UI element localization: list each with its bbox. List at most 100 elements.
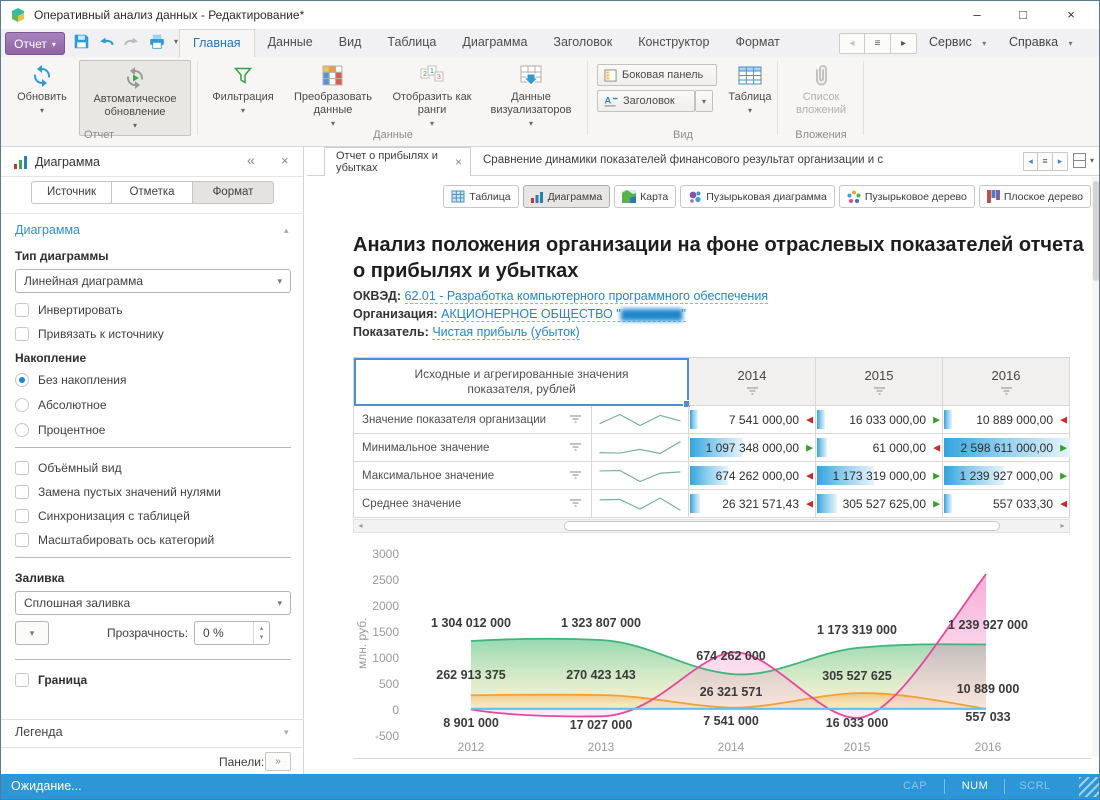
column-filter-icon[interactable] (999, 387, 1014, 396)
fill-color-dropdown[interactable]: ▾ (15, 621, 49, 645)
column-header-2015[interactable]: 2015 (816, 358, 943, 406)
indicator-link[interactable]: Чистая прибыль (убыток) (432, 325, 579, 340)
value-cell[interactable]: 16 033 000,00 ▶ (816, 406, 943, 434)
close-tab-icon[interactable]: × (455, 155, 462, 169)
undo-icon[interactable] (98, 33, 115, 50)
table-header-selected-cell[interactable]: Исходные и агрегированные значения показ… (354, 358, 689, 406)
close-panel-icon[interactable]: × (281, 153, 289, 168)
doc-tab-scroll-left-icon[interactable]: ◂ (1023, 152, 1038, 171)
side-panel-toggle[interactable]: Боковая панель (597, 64, 717, 86)
chevron-down-icon[interactable]: ▾ (174, 37, 178, 46)
tab-chart[interactable]: Диаграмма (449, 29, 540, 57)
report-vertical-scrollbar[interactable] (1092, 177, 1100, 757)
panel-tab-mark[interactable]: Отметка (112, 181, 193, 204)
doc-tab-scroll-right-icon[interactable]: ▸ (1053, 152, 1068, 171)
show-as-ranks-button[interactable]: 2 1 3 Отобразить как ранги ▾ (389, 63, 475, 130)
transform-data-button[interactable]: Преобразовать данные ▾ (285, 63, 381, 130)
checkbox-sync-table[interactable]: Синхронизация с таблицей (15, 509, 190, 523)
row-filter-icon[interactable] (568, 415, 583, 424)
panel-tab-source[interactable]: Источник (31, 181, 112, 204)
tab-view[interactable]: Вид (326, 29, 375, 57)
doc-tab-profit-loss[interactable]: Отчет о прибылях и убытках × (324, 147, 471, 176)
view-bubble-chart-button[interactable]: Пузырьковая диаграмма (680, 185, 835, 208)
value-cell[interactable]: 26 321 571,43 ◀ (689, 490, 816, 518)
ribbon-scroll-right-icon[interactable]: ▸ (891, 33, 917, 54)
tab-format[interactable]: Формат (722, 29, 792, 57)
table-horizontal-scrollbar[interactable]: ◂ ▸ (353, 519, 1070, 533)
doc-tab-list-icon[interactable]: ≡ (1038, 152, 1053, 171)
visualizer-data-button[interactable]: Данные визуализаторов ▾ (481, 63, 581, 130)
chart-type-select[interactable]: Линейная диаграмма ▾ (15, 269, 291, 293)
save-icon[interactable] (73, 33, 90, 50)
organization-link[interactable]: АКЦИОНЕРНОЕ ОБЩЕСТВО "██████████" (441, 307, 686, 322)
value-cell[interactable]: 305 527 625,00 ▶ (816, 490, 943, 518)
value-cell[interactable]: 2 598 611 000,00 ▶ (943, 434, 1070, 462)
view-map-button[interactable]: Карта (614, 185, 676, 208)
report-menu-button[interactable]: Отчет ▾ (5, 32, 65, 55)
layout-button[interactable]: ▾ (1073, 153, 1094, 168)
column-filter-icon[interactable] (745, 387, 760, 396)
transparency-stepper[interactable]: 0 % ▴▾ (194, 621, 270, 645)
minimize-button[interactable]: – (955, 1, 999, 29)
checkbox-border[interactable]: Граница (15, 673, 87, 687)
close-button[interactable]: × (1049, 1, 1093, 29)
row-filter-icon[interactable] (568, 499, 583, 508)
row-label-min[interactable]: Минимальное значение (354, 434, 592, 462)
section-legend[interactable]: Легенда (15, 725, 63, 739)
collapse-panel-icon[interactable]: « (247, 152, 255, 168)
value-cell[interactable]: 557 033,30 ◀ (943, 490, 1070, 518)
view-table-button[interactable]: Таблица (443, 185, 518, 208)
resize-grip[interactable] (1079, 777, 1099, 797)
row-label-org-value[interactable]: Значение показателя организации (354, 406, 592, 434)
value-cell[interactable]: 1 173 319 000,00 ▶ (816, 462, 943, 490)
checkbox-3d-view[interactable]: Объёмный вид (15, 461, 122, 475)
refresh-button[interactable]: Обновить ▾ (11, 63, 73, 117)
value-cell[interactable]: 10 889 000,00 ◀ (943, 406, 1070, 434)
row-filter-icon[interactable] (568, 443, 583, 452)
radio-percent[interactable]: Процентное (15, 423, 105, 437)
help-menu[interactable]: Справка ▾ (1009, 29, 1073, 57)
doc-tab-comparison[interactable]: Сравнение динамики показателей финансово… (483, 154, 1019, 172)
view-bubble-tree-button[interactable]: Пузырьковое дерево (839, 185, 975, 208)
section-chart[interactable]: Диаграмма (15, 223, 80, 237)
scrollbar-thumb[interactable] (564, 521, 1000, 531)
ribbon-scroll-left-icon[interactable]: ◂ (839, 33, 865, 54)
tab-home[interactable]: Главная (179, 29, 255, 57)
collapse-section-icon[interactable]: ▴ (284, 225, 289, 236)
column-filter-icon[interactable] (872, 387, 887, 396)
print-icon[interactable] (148, 33, 166, 50)
column-header-2014[interactable]: 2014 (689, 358, 816, 406)
column-header-2016[interactable]: 2016 (943, 358, 1070, 406)
row-label-avg[interactable]: Среднее значение (354, 490, 592, 518)
auto-refresh-button[interactable]: Автоматическое обновление ▾ (79, 60, 191, 136)
row-label-max[interactable]: Максимальное значение (354, 462, 592, 490)
expand-section-icon[interactable]: ▾ (284, 727, 289, 738)
radio-absolute[interactable]: Абсолютное (15, 398, 107, 412)
checkbox-scale-category-axis[interactable]: Масштабировать ось категорий (15, 533, 214, 547)
panel-tab-format[interactable]: Формат (193, 181, 274, 204)
checkbox-replace-empty[interactable]: Замена пустых значений нулями (15, 485, 221, 499)
header-toggle-dropdown[interactable]: ▾ (695, 90, 713, 112)
maximize-button[interactable]: □ (1001, 1, 1045, 29)
header-toggle[interactable]: A Заголовок (597, 90, 695, 112)
scrollbar-thumb[interactable] (1093, 181, 1099, 281)
value-cell[interactable]: 1 239 927 000,00 ▶ (943, 462, 1070, 490)
view-flat-tree-button[interactable]: Плоское дерево (979, 185, 1091, 208)
filtering-button[interactable]: Фильтрация ▾ (207, 63, 279, 117)
stepper-arrows-icon[interactable]: ▴▾ (253, 622, 269, 644)
checkbox-invert[interactable]: Инвертировать (15, 303, 123, 317)
tab-table[interactable]: Таблица (374, 29, 449, 57)
checkbox-bind-source[interactable]: Привязать к источнику (15, 327, 164, 341)
value-cell[interactable]: 61 000,00 ◀ (816, 434, 943, 462)
ribbon-list-icon[interactable]: ≡ (865, 33, 891, 54)
panels-expand-button[interactable]: » (265, 752, 291, 771)
fill-type-select[interactable]: Сплошная заливка ▾ (15, 591, 291, 615)
value-cell[interactable]: 674 262 000,00 ◀ (689, 462, 816, 490)
scroll-left-icon[interactable]: ◂ (354, 520, 367, 532)
okved-link[interactable]: 62.01 - Разработка компьютерного програм… (405, 289, 769, 304)
row-filter-icon[interactable] (568, 471, 583, 480)
table-view-button[interactable]: Таблица ▾ (723, 63, 777, 117)
tab-data[interactable]: Данные (255, 29, 326, 57)
view-chart-button[interactable]: Диаграмма (523, 185, 611, 208)
radio-no-accumulation[interactable]: Без накопления (15, 373, 126, 387)
